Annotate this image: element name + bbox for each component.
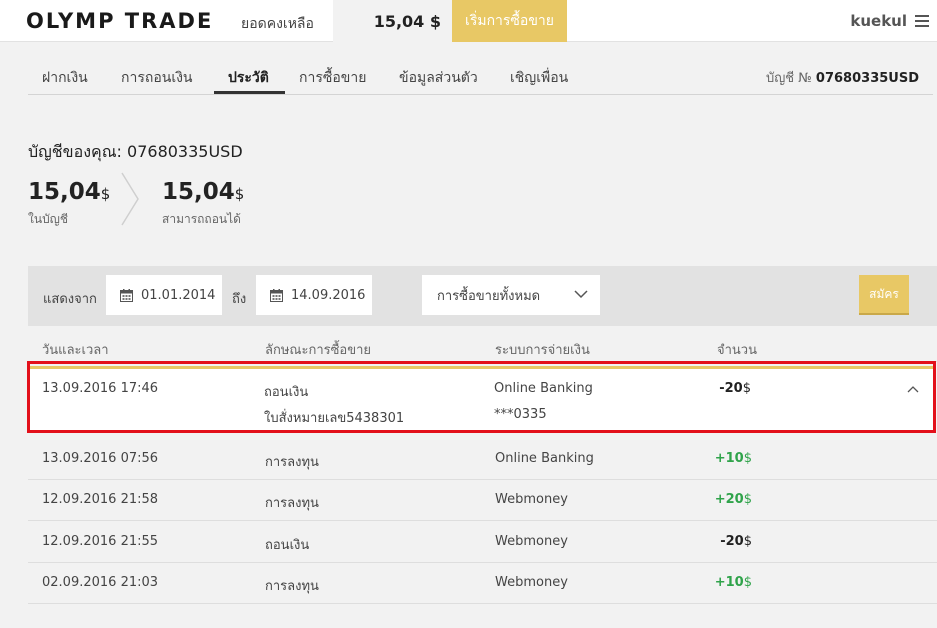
row-type: ถอนเงิน — [265, 538, 310, 553]
balance-box: 15,04 $ — [333, 0, 453, 42]
tab-personal-info[interactable]: ข้อมูลส่วนตัว — [399, 67, 478, 89]
account-number-label: บัญชี № 07680335USD — [766, 67, 919, 88]
withdrawable-value: 15,04 — [162, 179, 235, 205]
row-type: การลงทุน — [265, 579, 319, 594]
col-payment: ระบบการจ่ายเงิน — [495, 343, 590, 358]
row-datetime: 13.09.2016 07:56 — [42, 451, 159, 466]
withdrawable-balance: 15,04$ — [162, 179, 244, 205]
table-row[interactable]: 13.09.2016 07:56 การลงทุน Online Banking… — [28, 439, 937, 480]
to-date-field[interactable]: 14.09.2016 — [256, 275, 372, 315]
row-payment: Online Banking — [494, 381, 593, 396]
hamburger-menu-icon[interactable] — [915, 15, 929, 27]
logo[interactable]: OLYMP TRADE — [26, 9, 213, 33]
row-datetime: 12.09.2016 21:55 — [42, 534, 159, 549]
start-trading-button[interactable]: เริ่มการซื้อขาย — [452, 0, 567, 42]
withdrawable-currency: $ — [234, 185, 245, 203]
chevron-right-separator-icon — [121, 172, 139, 226]
row-amount: +10$ — [714, 451, 752, 466]
row-datetime: 12.09.2016 21:58 — [42, 492, 159, 507]
tab-withdrawal[interactable]: การถอนเงิน — [121, 67, 193, 89]
chevron-down-icon — [574, 290, 588, 299]
active-tab-indicator — [214, 91, 285, 94]
row-payment: Webmoney — [495, 575, 568, 590]
account-tabs: ฝากเงิน การถอนเงิน ประวัติ การซื้อขาย ข้… — [28, 55, 933, 95]
row-type: ถอนเงิน — [264, 385, 309, 400]
in-account-label: ในบัญชี — [28, 212, 69, 226]
row-datetime: 02.09.2016 21:03 — [42, 575, 159, 590]
history-filter: แสดงจาก 01.01.2014 ถึง 14.09.2016 การซื้… — [28, 266, 937, 326]
table-header: วันและเวลา ลักษณะการซื้อขาย ระบบการจ่ายเ… — [28, 336, 937, 362]
row-order-number: ใบสั่งหมายเลข5438301 — [264, 411, 405, 426]
top-bar: OLYMP TRADE ยอดคงเหลือ 15,04 $ เริ่มการซ… — [0, 0, 937, 42]
table-row[interactable]: 12.09.2016 21:58 การลงทุน Webmoney +20$ — [28, 480, 937, 521]
to-date-value: 14.09.2016 — [291, 287, 366, 303]
row-amount: +10$ — [714, 575, 752, 590]
row-payment-account: ***0335 — [494, 407, 547, 422]
col-type: ลักษณะการซื้อขาย — [265, 343, 372, 358]
row-amount: -20$ — [719, 381, 751, 396]
transaction-type-value: การซื้อขายทั้งหมด — [437, 288, 541, 304]
row-type: การลงทุน — [265, 455, 319, 470]
tab-invite-friends[interactable]: เชิญเพื่อน — [510, 67, 568, 89]
row-type: การลงทุน — [265, 496, 319, 511]
calendar-icon — [120, 288, 133, 302]
account-number: 07680335USD — [815, 71, 919, 86]
tab-deposit[interactable]: ฝากเงิน — [42, 67, 88, 89]
row-amount: +20$ — [714, 492, 752, 507]
from-date-field[interactable]: 01.01.2014 — [106, 275, 222, 315]
balance-value: 15,04 $ — [373, 12, 441, 31]
account-title: บัญชีของคุณ: 07680335USD — [28, 142, 243, 161]
col-datetime: วันและเวลา — [42, 343, 109, 358]
table-row[interactable]: 12.09.2016 21:55 ถอนเงิน Webmoney -20$ — [28, 522, 937, 563]
apply-filter-button[interactable]: สมัคร — [859, 275, 909, 315]
table-row[interactable]: 02.09.2016 21:03 การลงทุน Webmoney +10$ — [28, 563, 937, 604]
account-prefix: บัญชี № — [765, 71, 812, 86]
row-payment: Webmoney — [495, 492, 568, 507]
to-label: ถึง — [232, 292, 247, 307]
row-payment: Online Banking — [495, 451, 594, 466]
from-label: แสดงจาก — [43, 292, 97, 307]
row-datetime: 13.09.2016 17:46 — [42, 381, 159, 396]
username[interactable]: kuekul — [850, 12, 907, 30]
tab-history[interactable]: ประวัติ — [228, 67, 269, 89]
transaction-type-select[interactable]: การซื้อขายทั้งหมด — [422, 275, 600, 315]
balance-label: ยอดคงเหลือ — [241, 16, 314, 32]
in-account-currency: $ — [100, 185, 111, 203]
logo-text: OLYMP TRADE — [26, 9, 214, 33]
col-amount: จำนวน — [717, 343, 757, 358]
row-amount: -20$ — [720, 534, 752, 549]
row-payment: Webmoney — [495, 534, 568, 549]
calendar-icon — [270, 288, 283, 302]
in-account-value: 15,04 — [28, 179, 101, 205]
from-date-value: 01.01.2014 — [141, 287, 216, 303]
chevron-up-icon[interactable] — [907, 385, 919, 393]
in-account-balance: 15,04$ — [28, 179, 110, 205]
withdrawable-label: สามารถถอนได้ — [162, 212, 241, 226]
table-row-expanded[interactable]: 13.09.2016 17:46 ถอนเงิน ใบสั่งหมายเลข54… — [29, 366, 933, 431]
tab-trading[interactable]: การซื้อขาย — [299, 67, 366, 89]
